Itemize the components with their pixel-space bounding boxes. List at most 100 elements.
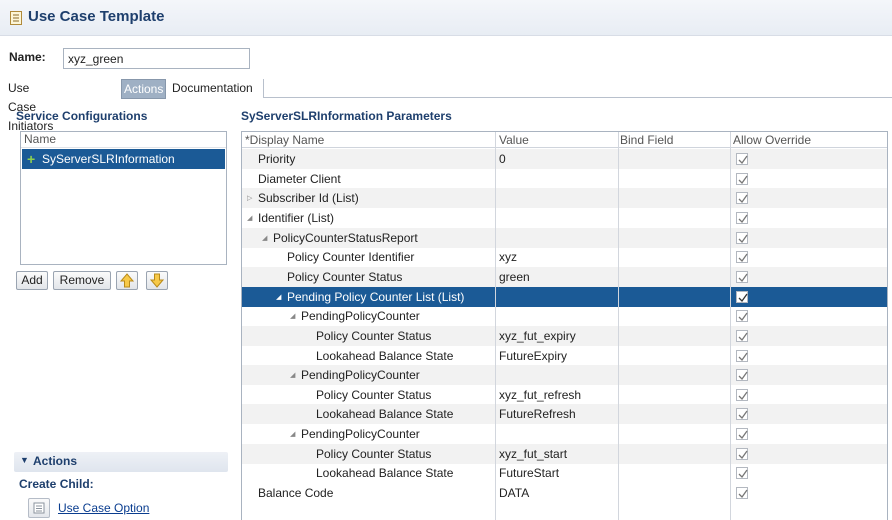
checkmark-icon [738, 155, 748, 165]
value-cell[interactable]: DATA [499, 486, 529, 500]
collapse-arrow-icon[interactable]: ◢ [262, 234, 267, 242]
display-name-cell: Policy Counter Identifier [287, 250, 415, 265]
list-item[interactable]: + SyServerSLRInformation [22, 149, 225, 169]
display-name-cell: PendingPolicyCounter [301, 309, 420, 324]
display-name-cell: Subscriber Id (List) [258, 191, 359, 206]
table-row[interactable]: Balance Code DATA [242, 483, 887, 503]
allow-override-checkbox[interactable] [736, 447, 748, 460]
value-cell[interactable]: 0 [499, 152, 506, 166]
display-name-cell: Lookahead Balance State [316, 348, 454, 363]
allow-override-checkbox[interactable] [736, 388, 748, 401]
table-row[interactable]: Lookahead Balance State FutureExpiry [242, 346, 887, 366]
tab-actions[interactable]: Actions [121, 79, 167, 99]
allow-override-checkbox[interactable] [736, 428, 748, 441]
collapse-arrow-icon[interactable]: ◢ [290, 312, 295, 320]
list-item-label: SyServerSLRInformation [42, 152, 175, 166]
allow-override-checkbox[interactable] [736, 487, 748, 500]
checkmark-icon [738, 273, 748, 282]
table-row[interactable]: ◢ PendingPolicyCounter [242, 424, 887, 444]
table-row[interactable]: ◢ PolicyCounterStatusReport [242, 227, 887, 248]
use-case-option-link[interactable]: Use Case Option [58, 501, 149, 515]
collapse-arrow-icon[interactable]: ◢ [290, 430, 295, 438]
table-row[interactable]: ◢ Pending Policy Counter List (List) [242, 286, 887, 307]
column-divider [730, 132, 731, 520]
checkmark-icon [738, 352, 748, 361]
display-name-cell: Policy Counter Status [287, 269, 403, 284]
table-row[interactable]: Policy Counter Status xyz_fut_expiry [242, 325, 887, 346]
checkmark-icon [738, 312, 748, 322]
table-row[interactable]: Priority 0 [242, 149, 887, 169]
expand-arrow-icon[interactable]: ▷ [247, 194, 252, 202]
display-name-cell: Identifier (List) [258, 210, 335, 225]
collapse-arrow-icon[interactable]: ◢ [290, 371, 295, 379]
display-name-cell: Policy Counter Status [316, 446, 432, 461]
create-child-label: Create Child: [19, 477, 94, 491]
service-configurations-title: Service Configurations [16, 109, 148, 123]
move-down-button[interactable] [146, 271, 168, 290]
table-row[interactable]: ◢ Identifier (List) [242, 208, 887, 228]
display-name-cell: Balance Code [258, 486, 334, 501]
collapse-arrow-icon[interactable]: ◢ [247, 214, 252, 222]
table-row[interactable]: Lookahead Balance State FutureRefresh [242, 404, 887, 425]
value-cell[interactable]: xyz_fut_start [499, 447, 567, 461]
value-cell[interactable]: FutureStart [499, 466, 559, 480]
name-input[interactable] [63, 48, 250, 69]
allow-override-checkbox[interactable] [736, 408, 748, 421]
display-name-cell: PendingPolicyCounter [301, 368, 420, 383]
display-name-cell: Policy Counter Status [316, 387, 432, 402]
display-name-cell: Pending Policy Counter List (List) [287, 289, 465, 304]
arrow-down-icon [149, 273, 165, 288]
table-row[interactable]: ◢ PendingPolicyCounter [242, 365, 887, 386]
table-row[interactable]: Policy Counter Status green [242, 266, 887, 287]
tab-documentation[interactable]: Documentation [170, 79, 255, 99]
checkmark-icon [738, 371, 748, 381]
table-row[interactable]: Lookahead Balance State FutureStart [242, 463, 887, 483]
value-cell[interactable]: xyz_fut_refresh [499, 388, 581, 402]
allow-override-checkbox[interactable] [736, 369, 748, 382]
list-header-name[interactable]: Name [21, 132, 226, 148]
table-row[interactable]: Diameter Client [242, 169, 887, 189]
table-row[interactable]: Policy Counter Status xyz_fut_start [242, 443, 887, 464]
table-row[interactable]: Policy Counter Status xyz_fut_refresh [242, 385, 887, 405]
display-name-cell: Lookahead Balance State [316, 407, 454, 422]
actions-section-header[interactable]: ▼ Actions [14, 452, 228, 472]
table-row[interactable]: Policy Counter Identifier xyz [242, 247, 887, 267]
allow-override-checkbox[interactable] [736, 153, 748, 165]
tab-use-case-initiators[interactable]: Use Case Initiators [6, 79, 55, 133]
remove-button[interactable]: Remove [53, 271, 111, 290]
column-header-value[interactable]: Value [499, 133, 529, 147]
allow-override-checkbox[interactable] [736, 329, 748, 342]
column-header-display-name[interactable]: *Display Name [245, 133, 324, 147]
document-icon [10, 11, 22, 25]
value-cell[interactable]: xyz [499, 250, 517, 264]
value-cell[interactable]: FutureExpiry [499, 349, 567, 363]
value-cell[interactable]: green [499, 270, 530, 284]
display-name-cell: Diameter Client [258, 171, 341, 186]
checkmark-icon [738, 391, 748, 400]
allow-override-checkbox[interactable] [736, 270, 748, 283]
table-row[interactable]: ▷ Subscriber Id (List) [242, 188, 887, 209]
allow-override-checkbox[interactable] [736, 172, 748, 185]
value-cell[interactable]: xyz_fut_expiry [499, 329, 576, 343]
allow-override-checkbox[interactable] [736, 251, 748, 264]
collapse-arrow-icon[interactable]: ◢ [276, 293, 281, 301]
move-up-button[interactable] [116, 271, 138, 290]
allow-override-checkbox[interactable] [736, 192, 748, 205]
allow-override-checkbox[interactable] [736, 231, 748, 244]
column-header-allow-override[interactable]: Allow Override [733, 133, 811, 147]
table-row[interactable]: ◢ PendingPolicyCounter [242, 306, 887, 326]
display-name-cell: PolicyCounterStatusReport [273, 230, 418, 245]
parameters-title: SyServerSLRInformation Parameters [241, 109, 452, 123]
add-button[interactable]: Add [16, 271, 48, 290]
allow-override-checkbox[interactable] [736, 211, 748, 224]
allow-override-checkbox[interactable] [736, 467, 748, 480]
allow-override-checkbox[interactable] [736, 349, 748, 362]
column-header-bind-field[interactable]: Bind Field [620, 133, 673, 147]
service-configurations-list: Name + SyServerSLRInformation [20, 131, 227, 265]
arrow-up-icon [119, 273, 135, 288]
allow-override-checkbox[interactable] [736, 310, 748, 323]
allow-override-checkbox[interactable] [736, 290, 748, 303]
checkmark-icon [738, 332, 748, 341]
value-cell[interactable]: FutureRefresh [499, 407, 576, 421]
use-case-option-icon[interactable] [28, 498, 50, 518]
